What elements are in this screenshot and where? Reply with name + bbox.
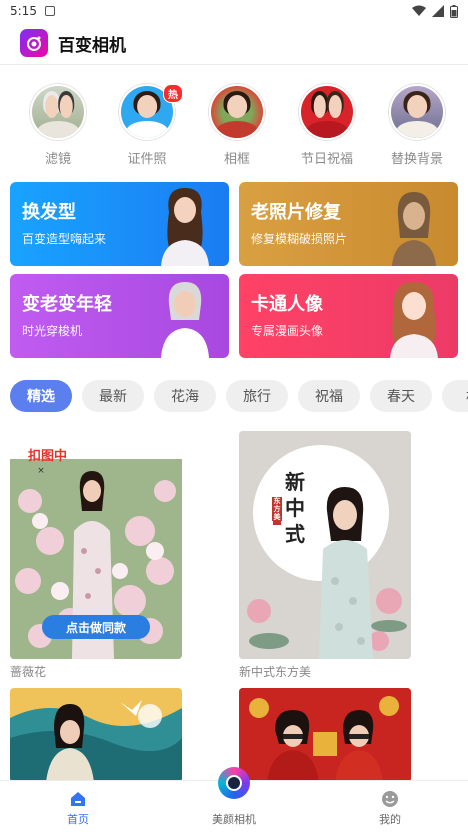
feature-background[interactable]: 替换背景 xyxy=(380,84,454,167)
card-title: 老照片修复 xyxy=(251,202,341,223)
template-card-new-chinese[interactable]: 新中式 东方美 xyxy=(239,431,411,659)
header-divider xyxy=(0,64,468,65)
card-subtitle: 修复模糊破损照片 xyxy=(251,232,348,246)
tab-flowers[interactable]: 花海 xyxy=(154,380,216,412)
card-hairstyle[interactable]: 换发型 百变造型嗨起来 xyxy=(10,182,229,266)
status-bar: 5:15 xyxy=(0,0,468,22)
feature-frame[interactable]: 相框 xyxy=(200,84,274,167)
nav-mine-label: 我的 xyxy=(379,813,401,826)
card-title: 换发型 xyxy=(22,202,76,223)
background-avatar-icon xyxy=(389,84,445,140)
filter-avatar-icon xyxy=(30,84,86,140)
battery-icon xyxy=(450,4,458,18)
template-card-roses[interactable]: 扣图中 × 点击做同款 xyxy=(10,431,182,659)
new-chinese-seal: 东方美 xyxy=(272,497,282,521)
feature-row: 滤镜 热 证件照 相框 节日祝福 替换背景 xyxy=(0,84,468,170)
signal-icon xyxy=(432,5,444,17)
feature-id-photo[interactable]: 热 证件照 xyxy=(110,84,184,167)
feature-label: 证件照 xyxy=(127,152,167,167)
card-subtitle: 专属漫画头像 xyxy=(251,324,324,338)
age-change-portrait-icon xyxy=(161,282,209,358)
holiday-avatar-icon xyxy=(299,84,355,140)
home-icon xyxy=(71,792,85,806)
close-icon[interactable]: × xyxy=(36,466,46,476)
notification-icon xyxy=(44,6,55,16)
tab-travel[interactable]: 旅行 xyxy=(226,380,288,412)
card-title: 卡通人像 xyxy=(251,294,323,315)
feature-holiday[interactable]: 节日祝福 xyxy=(290,84,364,167)
category-tabs: 精选 最新 花海 旅行 祝福 春天 林 xyxy=(10,380,468,412)
hot-badge: 热 xyxy=(163,84,183,103)
make-same-button[interactable]: 点击做同款 xyxy=(42,615,150,639)
wifi-icon xyxy=(412,5,426,16)
feature-label: 替换背景 xyxy=(390,152,443,167)
feature-label: 滤镜 xyxy=(44,152,71,167)
template-3-photo xyxy=(10,688,182,782)
nav-home-label: 首页 xyxy=(67,813,89,826)
status-time: 5:15 xyxy=(10,4,37,18)
card-subtitle: 百变造型嗨起来 xyxy=(22,232,107,246)
app-screen: 5:15 百变相机 滤镜 热 证件照 相框 节日祝福 替换背景 换发型 百变造型… xyxy=(0,0,468,832)
hairstyle-portrait-icon xyxy=(161,188,209,266)
nav-mine[interactable]: 我的 xyxy=(345,781,435,832)
feature-label: 节日祝福 xyxy=(300,152,353,167)
feature-filter[interactable]: 滤镜 xyxy=(21,84,95,167)
card-subtitle: 时光穿梭机 xyxy=(22,324,83,338)
frame-avatar-icon xyxy=(209,84,265,140)
new-chinese-art-text: 新中式 xyxy=(285,470,305,546)
camera-lens-icon[interactable] xyxy=(218,767,250,799)
app-title: 百变相机 xyxy=(58,35,126,56)
card-age-change[interactable]: 变老变年轻 时光穿梭机 xyxy=(10,274,229,358)
tab-featured[interactable]: 精选 xyxy=(10,380,72,412)
cutout-tag: 扣图中 xyxy=(28,449,68,464)
app-logo-icon xyxy=(20,29,48,57)
feature-label: 相框 xyxy=(223,152,250,167)
new-chinese-photo xyxy=(239,431,411,659)
template-caption: 新中式东方美 xyxy=(239,665,312,679)
id-photo-avatar-icon: 热 xyxy=(119,84,183,140)
status-icons xyxy=(412,4,458,18)
nav-home[interactable]: 首页 xyxy=(33,781,123,832)
template-card-4[interactable] xyxy=(239,688,411,782)
tab-latest[interactable]: 最新 xyxy=(82,380,144,412)
card-old-photo[interactable]: 老照片修复 修复模糊破损照片 xyxy=(239,182,458,266)
tab-blessing[interactable]: 祝福 xyxy=(298,380,360,412)
card-cartoon[interactable]: 卡通人像 专属漫画头像 xyxy=(239,274,458,358)
make-same-label: 点击做同款 xyxy=(65,620,126,635)
app-header: 百变相机 xyxy=(20,26,126,60)
card-title: 变老变年轻 xyxy=(22,294,112,315)
tab-forest[interactable]: 林 xyxy=(442,380,468,412)
bottom-nav: 首页 美颜相机 我的 xyxy=(0,767,468,832)
template-card-3[interactable] xyxy=(10,688,182,782)
tab-spring[interactable]: 春天 xyxy=(370,380,432,412)
cartoon-portrait-icon xyxy=(390,282,438,358)
template-4-photo xyxy=(239,688,411,782)
nav-camera-label: 美颜相机 xyxy=(212,813,256,826)
smiley-icon xyxy=(382,791,398,807)
template-caption: 蔷薇花 xyxy=(10,665,47,679)
old-photo-portrait-icon xyxy=(392,192,436,266)
